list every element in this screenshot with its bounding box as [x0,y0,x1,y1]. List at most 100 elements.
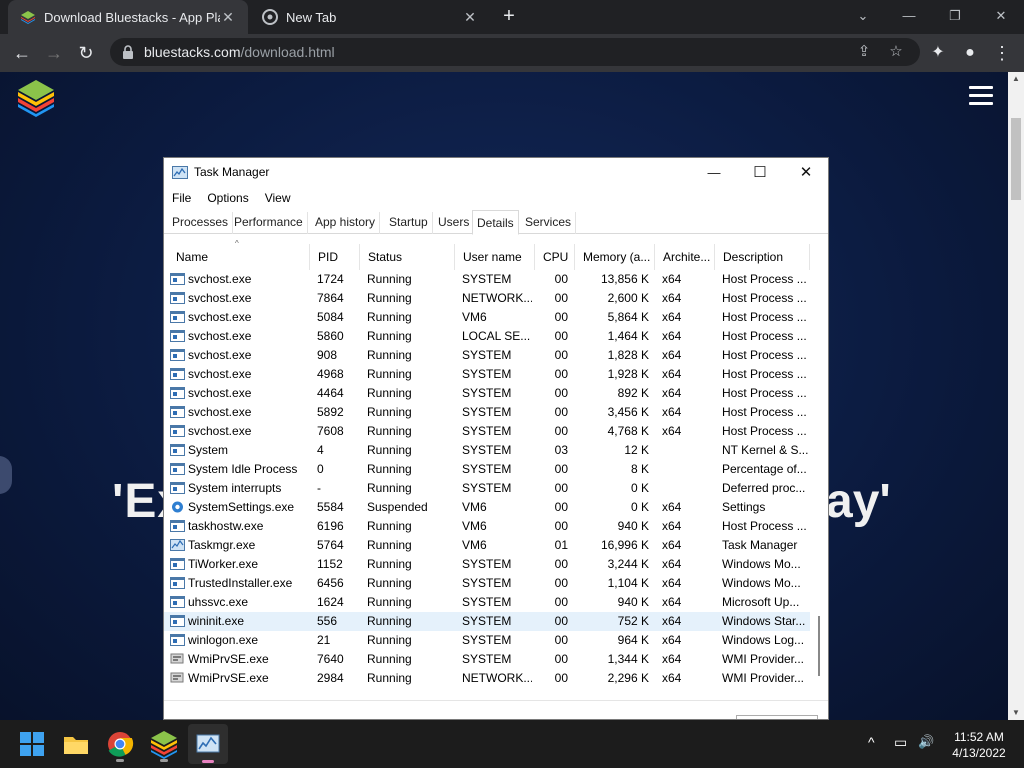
table-row[interactable]: TrustedInstaller.exe 6456 Running SYSTEM 00 1… [164,574,810,593]
scrollbar-thumb[interactable] [1011,118,1021,200]
profile-icon[interactable]: ● [956,40,984,66]
browser-tab-bluestacks[interactable]: Download Bluestacks - App Playe ✕ [8,0,248,34]
process-user: VM6 [462,310,487,324]
close-window-button[interactable]: ✕ [783,158,828,188]
maximize-button[interactable]: ☐ [737,158,783,188]
file-explorer-icon[interactable] [60,728,92,760]
bluestacks-icon[interactable] [148,728,180,762]
scroll-down-icon[interactable]: ▼ [1008,706,1024,720]
volume-icon[interactable]: 🔊 [918,734,934,750]
process-user: NETWORK... [462,671,532,685]
tab-services[interactable]: Services [521,212,577,234]
column-header-architecture[interactable]: Archite... [655,244,715,270]
table-scrollbar[interactable] [810,270,828,700]
reload-button[interactable]: ↻ [72,40,100,66]
network-icon[interactable]: ▭ [894,734,907,751]
forward-button[interactable]: → [40,40,68,66]
restore-button[interactable]: ❐ [932,4,978,28]
column-header-memory[interactable]: Memory (a... [575,244,655,270]
page-scrollbar[interactable]: ▲ ▼ [1008,72,1024,720]
process-memory: 2,600 K [607,291,649,305]
process-pid: 908 [317,348,338,362]
table-row[interactable]: svchost.exe 4464 Running SYSTEM 00 892 K x64 Ho… [164,384,810,403]
hamburger-menu-icon[interactable] [969,86,993,106]
process-cpu: 00 [554,557,568,571]
show-hidden-icons-icon[interactable]: ^ [868,734,875,750]
back-button[interactable]: ← [8,40,36,66]
table-row[interactable]: svchost.exe 5084 Running VM6 00 5,864 K x64 Hos… [164,308,810,327]
table-row[interactable]: svchost.exe 5892 Running SYSTEM 00 3,456 K x64… [164,403,810,422]
table-row[interactable]: wininit.exe 556 Running SYSTEM 00 752 K x64 Win… [164,612,810,631]
table-row[interactable]: System interrupts - Running SYSTEM 00 0 K Defe… [164,479,810,498]
close-window-button[interactable]: ✕ [978,4,1024,28]
tab-performance[interactable]: Performance [230,212,308,234]
new-tab-button[interactable]: + [498,6,520,28]
browser-tab-new-tab[interactable]: New Tab ✕ [250,0,490,34]
table-row[interactable]: svchost.exe 908 Running SYSTEM 00 1,828 K x64 H… [164,346,810,365]
tab-search-icon[interactable]: ⌄ [840,4,886,28]
bluestacks-logo[interactable] [16,78,56,118]
table-row[interactable]: uhssvc.exe 1624 Running SYSTEM 00 940 K x64 Mic… [164,593,810,612]
process-status: Running [367,652,412,666]
menu-view[interactable]: View [257,188,299,208]
process-status: Running [367,291,412,305]
table-row[interactable]: TiWorker.exe 1152 Running SYSTEM 00 3,244 K x6… [164,555,810,574]
table-row[interactable]: WmiPrvSE.exe 2984 Running NETWORK... 00 2,296… [164,669,810,688]
minimize-button[interactable]: — [691,158,737,188]
process-name: svchost.exe [188,405,252,419]
table-row[interactable]: svchost.exe 7608 Running SYSTEM 00 4,768 K x64… [164,422,810,441]
menu-options[interactable]: Options [199,188,256,208]
browser-menu-icon[interactable]: ⋮ [988,40,1016,66]
tab-app-history[interactable]: App history [311,212,381,234]
column-header-name[interactable]: Name [168,244,310,270]
process-architecture [662,460,710,479]
process-cpu: 00 [554,348,568,362]
process-architecture: x64 [662,652,682,666]
process-description: Settings [722,500,766,514]
address-bar[interactable]: bluestacks.com/download.html ⇪ ☆ [110,38,920,66]
process-description: Windows Star... [722,614,806,628]
process-user: SYSTEM [462,462,512,476]
table-row[interactable]: System 4 Running SYSTEM 03 12 K NT Kernel & S.… [164,441,810,460]
tab-users[interactable]: Users [434,212,475,234]
table-row[interactable]: taskhostw.exe 6196 Running VM6 00 940 K x64 Hos… [164,517,810,536]
table-row[interactable]: WmiPrvSE.exe 7640 Running SYSTEM 00 1,344 K x6… [164,650,810,669]
column-header-cpu[interactable]: CPU [535,244,575,270]
close-icon[interactable]: ✕ [220,9,236,26]
table-row[interactable]: svchost.exe 4968 Running SYSTEM 00 1,928 K x64… [164,365,810,384]
column-header-description[interactable]: Description [715,244,810,270]
tab-processes[interactable]: Processes [168,212,234,234]
start-icon[interactable] [16,728,48,760]
scroll-up-icon[interactable]: ▲ [1008,72,1024,86]
column-header-status[interactable]: Status [360,244,455,270]
process-name: System Idle Process [188,462,298,476]
table-row[interactable]: svchost.exe 7864 Running NETWORK... 00 2,600 … [164,289,810,308]
table-row[interactable]: SystemSettings.exe 5584 Suspended VM6 00 0 K x… [164,498,810,517]
tab-details[interactable]: Details [472,210,519,235]
tab-startup[interactable]: Startup [385,212,433,234]
table-row[interactable]: System Idle Process 0 Running SYSTEM 00 8 K Pe… [164,460,810,479]
table-row[interactable]: winlogon.exe 21 Running SYSTEM 00 964 K x64 Win… [164,631,810,650]
process-memory: 1,464 K [607,329,649,343]
task-manager-titlebar[interactable]: Task Manager — ☐ ✕ [164,158,828,188]
menu-file[interactable]: File [164,188,199,208]
process-architecture: x64 [662,538,682,552]
extensions-icon[interactable]: ✦ [924,40,952,66]
table-row[interactable]: Taskmgr.exe 5764 Running VM6 01 16,996 K x64 Ta… [164,536,810,555]
process-cpu: 00 [554,424,568,438]
clock-time: 11:52 AM [954,730,1004,744]
scrollbar-thumb[interactable] [818,616,820,676]
system-clock[interactable]: 11:52 AM 4/13/2022 [944,729,1014,761]
share-icon[interactable]: ⇪ [852,38,876,66]
table-row[interactable]: svchost.exe 1724 Running SYSTEM 00 13,856 K x6… [164,270,810,289]
column-header-user-name[interactable]: User name [455,244,535,270]
process-architecture [662,479,710,498]
process-cpu: 00 [554,500,568,514]
table-row[interactable]: svchost.exe 5860 Running LOCAL SE... 00 1,464… [164,327,810,346]
task-manager-icon[interactable] [188,724,228,764]
minimize-button[interactable]: — [886,4,932,28]
close-icon[interactable]: ✕ [462,9,478,26]
chrome-icon[interactable] [104,728,136,762]
column-header-pid[interactable]: PID [310,244,360,270]
bookmark-star-icon[interactable]: ☆ [884,38,908,66]
